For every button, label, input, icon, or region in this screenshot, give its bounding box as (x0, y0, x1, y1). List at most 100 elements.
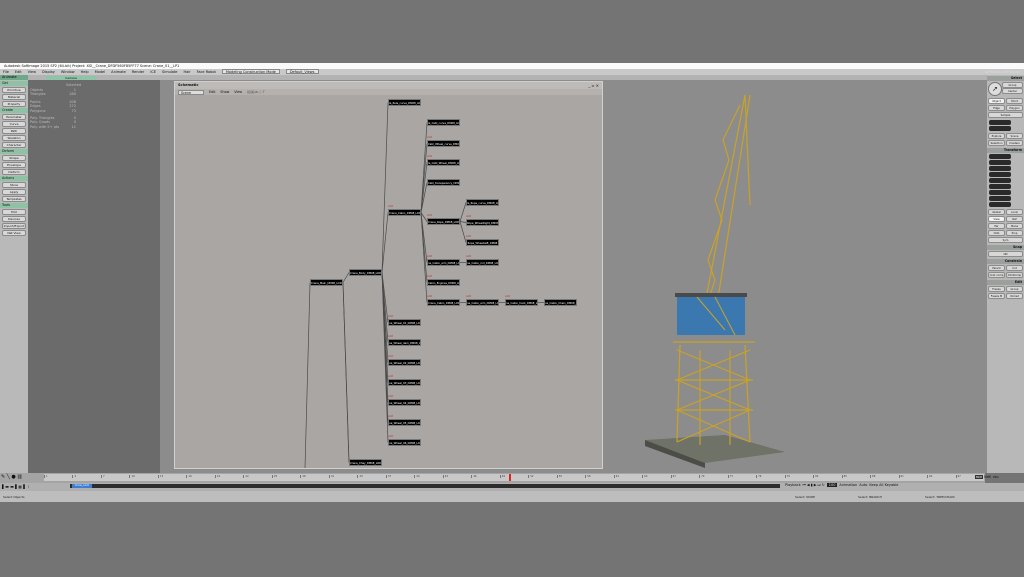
schematic-node[interactable]: ne_Wheel_dam_DM08_LO (388, 339, 421, 346)
schematic-node[interactable]: ne_Wheel_03_DM08_LO (388, 379, 421, 386)
polygon-button[interactable]: Polygon (1006, 105, 1023, 111)
animation-label[interactable]: Animation (839, 483, 857, 487)
schematic-node[interactable]: ne_Cabin_arm_DM08_LO (466, 299, 499, 306)
transform-fields[interactable] (987, 154, 1024, 207)
keyable-dropdown[interactable]: Keep All Keyable (869, 483, 898, 487)
button-deform[interactable]: Deform (2, 169, 26, 175)
cog-button[interactable]: COG (988, 230, 1005, 236)
button-import-export[interactable]: Import/Export (2, 223, 26, 229)
explore-button[interactable]: Explore (988, 133, 1005, 139)
button-parameter[interactable]: Parameter (2, 114, 26, 120)
schematic-node[interactable]: la_Rope_curve_DM08_LO (466, 199, 499, 206)
center-button[interactable]: Center (1002, 88, 1023, 94)
tab-mcp[interactable]: MCP (975, 475, 984, 479)
timeline-tool-icons[interactable]: ✎ ╲ ● ▥ (1, 474, 22, 480)
schematic-node[interactable]: la_Cabl_curve_DM08_LO (427, 119, 460, 126)
button-path[interactable]: Path (2, 128, 26, 134)
select-arrow-icon[interactable]: ➚ (988, 82, 1002, 96)
global-button[interactable]: Global (988, 209, 1005, 215)
ref-button[interactable]: Ref (1006, 216, 1023, 222)
object-button[interactable]: Object (988, 98, 1005, 104)
schematic-node[interactable]: Crane_Main_DM08_LOD0 (310, 279, 343, 286)
schematic-node[interactable]: Rope_WheelRight_DM08 (466, 219, 499, 226)
schematic-node[interactable]: Crane_Cabin_DM08_LOD0 (388, 209, 421, 216)
cut-button[interactable]: Cut (1006, 265, 1023, 271)
timeline-tick: 73 (727, 475, 733, 478)
local-button[interactable]: Local (1006, 209, 1023, 215)
schematic-node[interactable]: Cabin_Engines_DM08_LO (427, 279, 460, 286)
animation-clip[interactable]: Crane_Anim (72, 484, 92, 488)
button-shape[interactable]: Shape (2, 155, 26, 161)
button-templates[interactable]: Templates (2, 196, 26, 202)
tab-kpl[interactable]: KP/L (985, 475, 991, 479)
schematic-node[interactable]: ne_Cabin_Chain_DM08_LO (544, 299, 577, 306)
animation-track[interactable] (70, 484, 780, 488)
schematic-node[interactable]: ne_Wheel_02_DM08_LO (388, 359, 421, 366)
sym-button[interactable]: Sym (988, 237, 1023, 243)
button-character[interactable]: Character (2, 142, 26, 148)
schematic-node[interactable]: ne_Wheel_06_DM08_LO (388, 439, 421, 446)
frame-field[interactable]: 100 (826, 483, 838, 487)
button-net-view[interactable]: Net View (2, 230, 26, 236)
button-curve[interactable]: Curve (2, 121, 26, 127)
edge-button[interactable]: Edge (988, 105, 1005, 111)
auto-key-label[interactable]: Auto (859, 483, 867, 487)
scene-button[interactable]: Scene (1006, 133, 1023, 139)
schematic-node[interactable]: ne_Wheel_04_DM08_LO (388, 399, 421, 406)
cnst-comp-button[interactable]: Cnst comp (988, 272, 1005, 278)
tab-ppg[interactable]: PPG (993, 475, 999, 479)
button-plot[interactable]: Plot (2, 209, 26, 215)
schematic-node[interactable]: ne_Cabin_arm_DM08_LO (427, 259, 460, 266)
layout-dropdown[interactable]: Default_Views (285, 69, 319, 74)
playback-label[interactable]: Playback (785, 483, 801, 487)
timeline-tick: 67 (670, 475, 676, 478)
construction-mode-dropdown[interactable]: Modeling Construction Mode (221, 69, 280, 74)
schematic-node[interactable]: Cabl_Wheel_curve_DM08 (427, 140, 460, 147)
plane-button[interactable]: Plane (1006, 223, 1023, 229)
button-property[interactable]: Property (2, 101, 26, 107)
button-apply[interactable]: Apply (2, 189, 26, 195)
schematic-node[interactable]: Cabl_transparency_DM08 (427, 179, 460, 186)
schematic-node[interactable]: la_Rule_curve_DM08_LO (388, 99, 421, 106)
schematic-graph[interactable]: la_Rule_curve_DM08_LO la_Cabl_curve_DM08_… (175, 82, 604, 470)
crane-3d-model[interactable] (605, 80, 985, 473)
freeze-button[interactable]: Freeze (988, 286, 1005, 292)
button-devices[interactable]: Devices (2, 216, 26, 222)
timeline-ruler[interactable]: 1 4 7 10 13 16 19 22 25 28 31 34 37 40 43 46 49 52 55 58 61 6… (44, 474, 991, 481)
view-button[interactable]: View (988, 216, 1005, 222)
schematic-node[interactable]: ne_Wheel_01_DM08_LO (388, 319, 421, 326)
group-edit-button[interactable]: Group (1006, 286, 1023, 292)
schematic-node[interactable]: ne_Cabin_hook_DM08_LO (505, 299, 538, 306)
transport-icons[interactable]: ⏮ ◀ ▮ ▶ ⏭ ↻ (803, 483, 825, 487)
par-button[interactable]: Par (988, 223, 1005, 229)
current-frame-marker[interactable] (509, 474, 512, 481)
button-primitive[interactable]: Primitive (2, 87, 26, 93)
selection-button[interactable]: Selection (988, 140, 1005, 146)
schematic-node[interactable]: Crane_Cabin_DM08_LOD0 (427, 299, 460, 306)
schematic-node[interactable]: la_Cabl_Wheel_DM08_LO (427, 159, 460, 166)
selection-field[interactable] (989, 120, 1011, 125)
chld-comp-button[interactable]: ChldComp (1006, 272, 1023, 278)
group-header-tools: Tools (0, 203, 28, 208)
immed-button[interactable]: Immed (1006, 293, 1023, 299)
schematic-node[interactable]: Crane_Chay_DM08_LOD0 (349, 459, 382, 466)
button-envelope[interactable]: Envelope (2, 162, 26, 168)
status-message: Select Objects (3, 495, 25, 499)
schematic-node[interactable]: ne_Wheel_05_DM08_LO (388, 419, 421, 426)
sample-button[interactable]: Sample (988, 112, 1023, 118)
clusters-button[interactable]: Clusters (1006, 140, 1023, 146)
button-skeleton[interactable]: Skeleton (2, 135, 26, 141)
button-store[interactable]: Store (2, 182, 26, 188)
freeze-m-button[interactable]: Freeze M (988, 293, 1005, 299)
schematic-node[interactable]: Crane_Rope_DM08_LOD0 (427, 218, 460, 225)
snap-on-toggle[interactable]: ON (988, 251, 1023, 257)
track-view-icons[interactable]: ▌▬ ▬ ▌▦ ▌ ⁝ (2, 484, 29, 489)
prop-button[interactable]: Prop (1006, 230, 1023, 236)
point-button[interactable]: Point (1006, 98, 1023, 104)
parent-button[interactable]: Parent (988, 265, 1005, 271)
schematic-node[interactable]: Rope_WheelLeft_DM08 (466, 239, 499, 246)
schematic-node[interactable]: ne_Cabin_rod_DM08_LO (466, 259, 499, 266)
selection-field-2[interactable] (989, 126, 1011, 131)
button-material[interactable]: Material (2, 94, 26, 100)
schematic-node[interactable]: Crane_Body_DM08_LOD0 (349, 269, 382, 276)
